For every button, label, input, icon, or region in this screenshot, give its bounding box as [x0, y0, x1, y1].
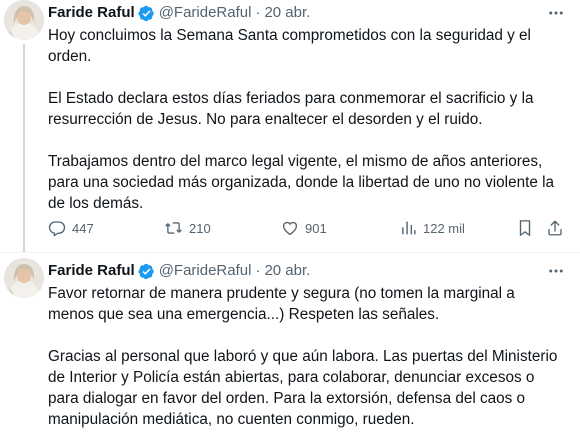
reply-icon	[48, 221, 66, 237]
views-icon	[402, 221, 416, 235]
author-name[interactable]: Faride Raful	[48, 261, 135, 281]
tweet-text: Hoy concluimos la Semana Santa compromet…	[48, 25, 564, 214]
tweet-actions: 447 210 901 122 mil	[48, 216, 568, 240]
thread-line	[23, 44, 25, 252]
tweet-text: Favor retornar de manera prudente y segu…	[48, 283, 564, 430]
author-handle[interactable]: @FarideRaful	[159, 261, 252, 281]
tweet-paragraph: Hoy concluimos la Semana Santa compromet…	[48, 27, 531, 65]
verified-badge-icon	[138, 5, 155, 22]
like-button[interactable]: 901	[281, 219, 327, 237]
repost-icon	[165, 222, 182, 234]
tweet-header: Faride Raful @FarideRaful · 20 abr.	[48, 3, 310, 23]
tweet-date[interactable]: 20 abr.	[264, 261, 310, 281]
tweet-paragraph: Gracias al personal que laboró y que aún…	[48, 348, 558, 428]
more-icon[interactable]	[546, 261, 566, 281]
tweet-paragraph: Favor retornar de manera prudente y segu…	[48, 285, 515, 323]
share-icon	[548, 220, 562, 236]
avatar[interactable]	[4, 0, 44, 40]
reply-count: 447	[72, 220, 94, 236]
more-icon[interactable]	[546, 3, 566, 23]
verified-badge-icon	[138, 263, 155, 280]
reply-button[interactable]: 447	[48, 219, 94, 237]
author-handle[interactable]: @FarideRaful	[159, 3, 252, 23]
bookmark-button[interactable]	[517, 219, 533, 237]
tweet-header: Faride Raful @FarideRaful · 20 abr.	[48, 261, 310, 281]
like-count: 901	[305, 220, 327, 236]
tweet-paragraph: Trabajamos dentro del marco legal vigent…	[48, 153, 555, 212]
views-count: 122 mil	[423, 220, 465, 236]
tweet-paragraph: El Estado declara estos días feriados pa…	[48, 90, 534, 128]
avatar[interactable]	[4, 258, 44, 298]
separator: ·	[255, 262, 261, 279]
views-button[interactable]: 122 mil	[400, 219, 465, 237]
share-button[interactable]	[546, 219, 564, 237]
repost-button[interactable]: 210	[164, 219, 211, 237]
tweet-divider	[0, 252, 580, 253]
separator: ·	[255, 4, 261, 21]
tweet-date[interactable]: 20 abr.	[264, 3, 310, 23]
author-name[interactable]: Faride Raful	[48, 3, 135, 23]
bookmark-icon	[519, 220, 531, 237]
repost-count: 210	[189, 220, 211, 236]
like-icon	[282, 221, 298, 236]
